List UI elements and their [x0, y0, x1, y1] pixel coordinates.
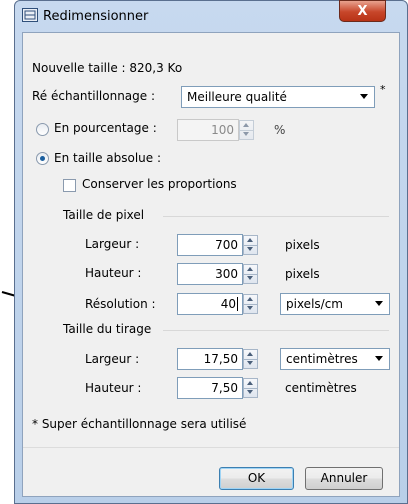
resolution-value: 40 [220, 297, 236, 311]
group-divider [163, 330, 389, 331]
resolution-input[interactable]: 40 [177, 293, 243, 315]
keep-proportions-checkbox[interactable] [63, 179, 76, 192]
print-height-unit: centimètres [285, 381, 357, 395]
resize-dialog: Redimensionner X Nouvelle taille : 820,3… [14, 0, 408, 504]
resampling-value: Meilleure qualité [187, 90, 287, 104]
footer-divider [23, 447, 399, 448]
pixel-height-unit: pixels [285, 267, 320, 281]
chevron-down-icon [375, 301, 383, 306]
pixel-width-spinner[interactable] [243, 235, 258, 255]
pixel-width-unit: pixels [285, 238, 320, 252]
footnote-text: * Super échantillonnage sera utilisé [32, 417, 247, 431]
title-bar[interactable]: Redimensionner X [15, 0, 407, 31]
absolute-size-label: En taille absolue : [54, 151, 162, 165]
spin-up-icon [247, 267, 253, 271]
percent-radio[interactable] [36, 123, 49, 136]
resampling-label: Ré échantillonnage : [32, 89, 156, 103]
resolution-unit-select[interactable]: pixels/cm [280, 293, 390, 315]
spin-down-icon [247, 276, 253, 280]
spin-up-icon [247, 352, 253, 356]
resize-app-icon [22, 8, 38, 22]
print-width-unit: centimètres [286, 352, 358, 366]
percent-unit: % [274, 123, 286, 137]
print-width-input[interactable]: 17,50 [177, 348, 243, 370]
resolution-spinner[interactable] [243, 294, 258, 314]
window-title: Redimensionner [43, 9, 149, 24]
print-unit-select[interactable]: centimètres [280, 348, 390, 370]
pixel-width-input[interactable]: 700 [177, 234, 243, 256]
pixel-height-label: Hauteur : [85, 266, 142, 280]
chevron-down-icon [375, 356, 383, 361]
ok-button[interactable]: OK [219, 467, 294, 490]
resampling-note-marker: * [380, 83, 386, 96]
resolution-label: Résolution : [85, 297, 156, 311]
close-icon: X [357, 4, 368, 19]
chevron-down-icon [360, 94, 368, 99]
percent-label: En pourcentage : [54, 121, 157, 135]
spin-down-icon [247, 306, 253, 310]
print-height-spinner[interactable] [243, 378, 258, 398]
spin-up-icon [243, 123, 249, 127]
pixel-height-spinner[interactable] [243, 264, 258, 284]
cancel-button[interactable]: Annuler [305, 467, 383, 490]
close-button[interactable]: X [339, 0, 386, 22]
spin-down-icon [247, 247, 253, 251]
spin-down-icon [243, 132, 249, 136]
print-height-label: Hauteur : [85, 381, 142, 395]
resampling-select[interactable]: Meilleure qualité [181, 86, 375, 108]
group-divider [163, 216, 389, 217]
percent-input[interactable]: 100 [177, 119, 239, 141]
resolution-unit-value: pixels/cm [286, 297, 343, 311]
keep-proportions-label: Conserver les proportions [82, 177, 237, 191]
new-size-text: Nouvelle taille : 820,3 Ko [32, 61, 183, 75]
spin-up-icon [247, 381, 253, 385]
dialog-body: Nouvelle taille : 820,3 Ko Ré échantillo… [22, 32, 400, 497]
print-size-group-label: Taille du tirage [63, 322, 152, 336]
percent-spinner[interactable] [239, 120, 254, 140]
pixel-width-label: Largeur : [85, 237, 140, 251]
print-height-input[interactable]: 7,50 [177, 377, 243, 399]
absolute-size-radio[interactable] [36, 152, 49, 165]
pixel-height-input[interactable]: 300 [177, 263, 243, 285]
spin-down-icon [247, 390, 253, 394]
spin-up-icon [247, 238, 253, 242]
spin-up-icon [247, 297, 253, 301]
print-width-label: Largeur : [85, 352, 140, 366]
spin-down-icon [247, 361, 253, 365]
print-width-spinner[interactable] [243, 349, 258, 369]
pixel-size-group-label: Taille de pixel [63, 208, 145, 222]
